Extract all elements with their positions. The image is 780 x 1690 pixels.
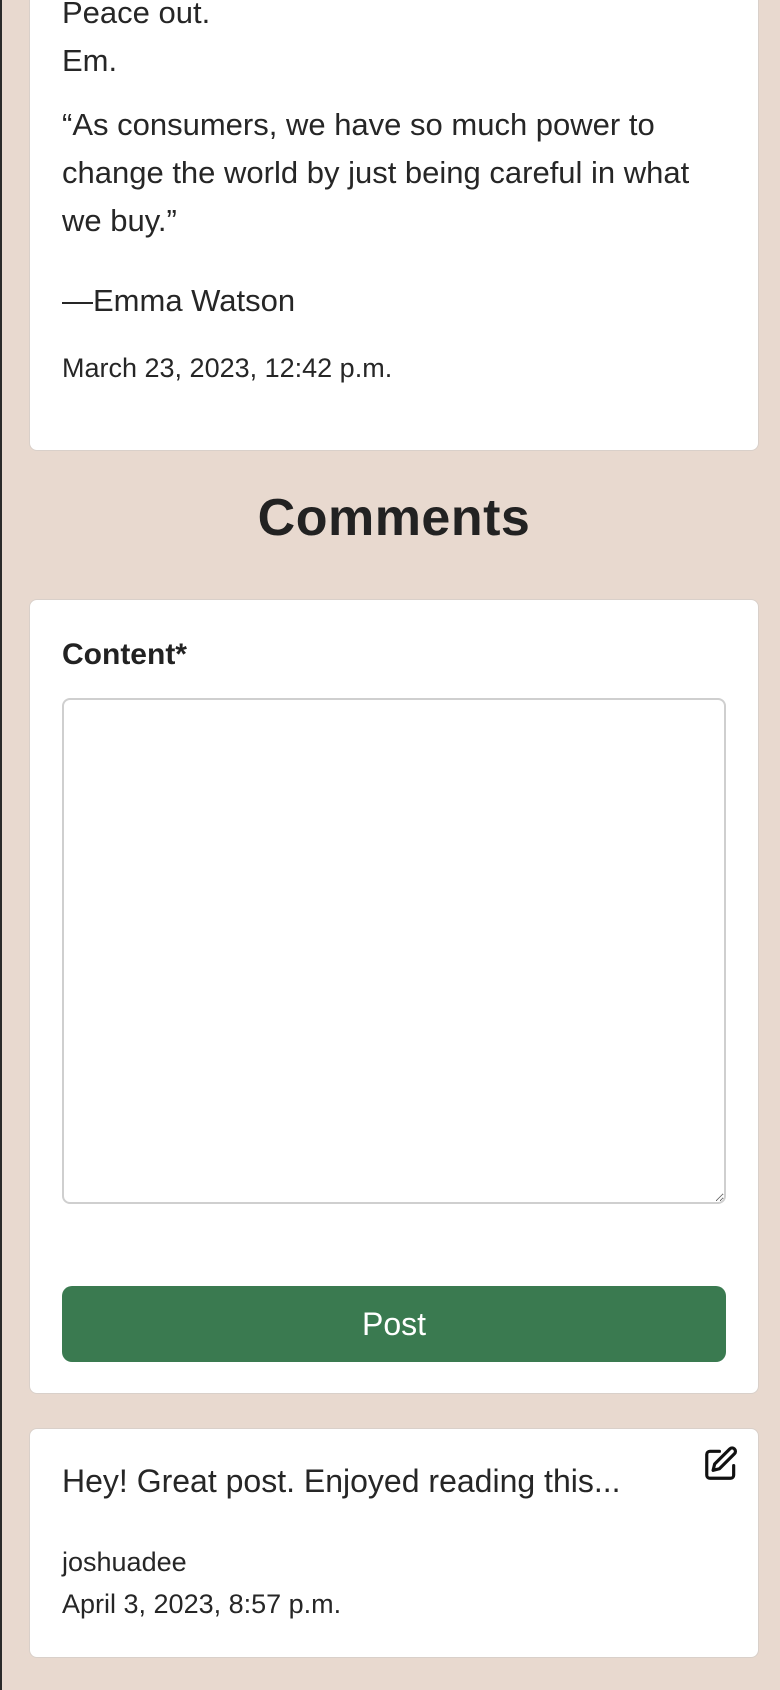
comment-date: April 3, 2023, 8:57 p.m. <box>62 1589 342 1619</box>
comment-text: Hey! Great post. Enjoyed reading this... <box>62 1463 621 1499</box>
content-label: Content* <box>62 638 187 671</box>
post-button[interactable]: Post <box>62 1286 726 1362</box>
quote-attribution: —Emma Watson <box>62 283 296 318</box>
comment-author: joshuadee <box>62 1547 187 1577</box>
comment-form: Content* Post <box>29 599 759 1394</box>
comment-card: Hey! Great post. Enjoyed reading this...… <box>29 1428 759 1658</box>
post-date: March 23, 2023, 12:42 p.m. <box>62 353 393 383</box>
post-signoff: Peace out. Em. <box>62 0 726 85</box>
post-card: Peace out. Em. “As consumers, we have so… <box>29 0 759 451</box>
comments-heading: Comments <box>257 489 531 547</box>
content-textarea[interactable] <box>62 698 726 1204</box>
edit-icon[interactable] <box>702 1445 740 1483</box>
signoff-line-1: Peace out. <box>62 0 211 30</box>
signoff-line-2: Em. <box>62 43 118 78</box>
post-quote: “As consumers, we have so much power to … <box>62 107 690 238</box>
